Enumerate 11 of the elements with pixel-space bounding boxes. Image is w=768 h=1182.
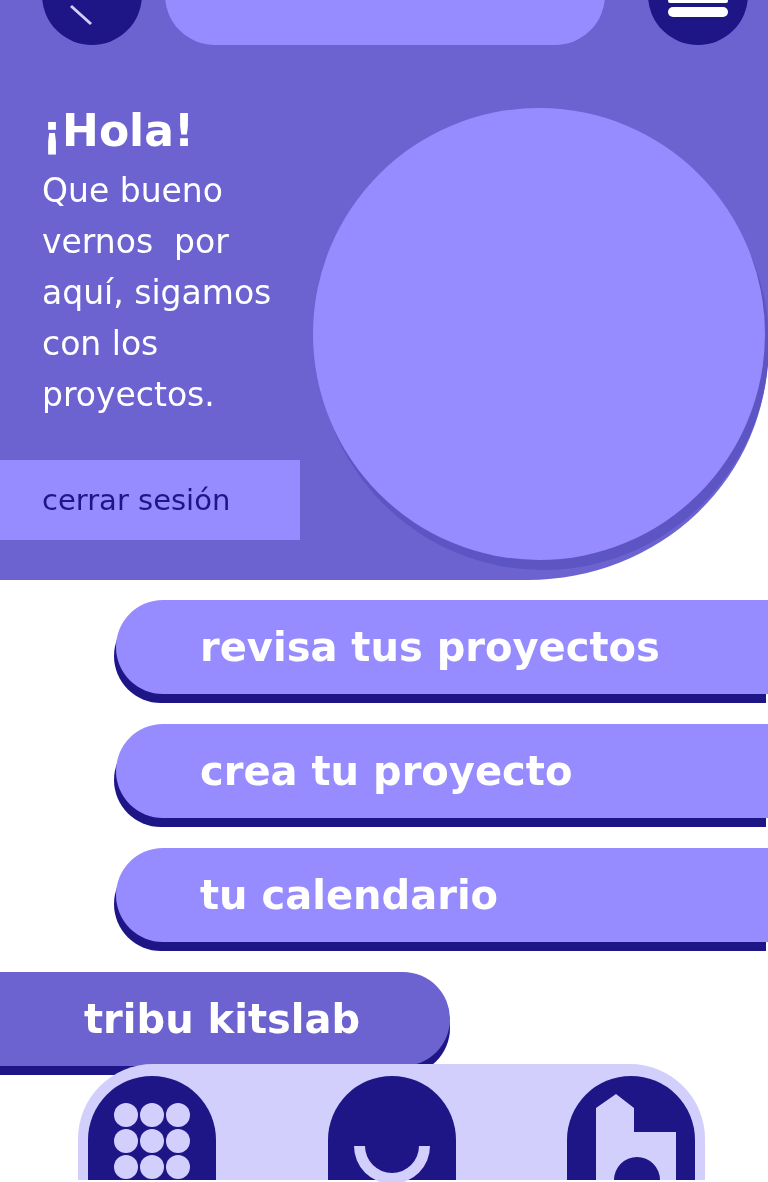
smile-icon xyxy=(353,1146,430,1182)
greeting-message: Que bueno vernos por aquí, sigamos con los proyectos. xyxy=(42,170,273,416)
logout-button[interactable]: cerrar sesión xyxy=(0,460,300,540)
dots-grid-icon xyxy=(113,1102,191,1180)
greeting-title: ¡Hola! xyxy=(42,104,195,158)
menu-icon xyxy=(668,0,728,19)
building-icon xyxy=(596,1094,676,1180)
smile-nav-button[interactable] xyxy=(327,1076,456,1180)
grid-nav-button[interactable] xyxy=(88,1076,216,1180)
back-arrow-icon xyxy=(70,5,92,25)
home-nav-button[interactable] xyxy=(567,1076,695,1180)
